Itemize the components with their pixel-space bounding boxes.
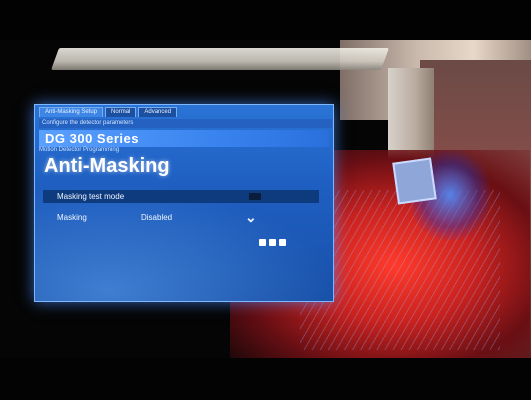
setting-row-masking-test[interactable]: Masking test mode: [43, 190, 319, 203]
setting-row-masking[interactable]: Masking Disabled: [43, 211, 319, 224]
letterbox-bottom: [0, 358, 531, 400]
tab-advanced[interactable]: Advanced: [138, 107, 178, 117]
letterbox-top: [0, 0, 531, 40]
setting-value: Disabled: [141, 213, 173, 222]
model-name: DG 300 Series: [45, 131, 139, 146]
anti-masking-panel: Anti-Masking Setup Normal Advanced Confi…: [34, 104, 334, 302]
page-title: Anti-Masking: [44, 155, 170, 177]
nav-icons: [259, 239, 286, 246]
tab-normal[interactable]: Normal: [105, 107, 137, 117]
nav-icon-1[interactable]: [259, 239, 266, 246]
ceiling-light: [50, 48, 390, 70]
chevron-down-icon[interactable]: ⌄: [245, 209, 257, 226]
tab-setup[interactable]: Anti-Masking Setup: [39, 107, 104, 117]
subtitle-bar: Configure the detector parameters: [39, 119, 332, 128]
detector-device: [392, 157, 437, 205]
panel-swirl: [35, 165, 333, 301]
nav-icon-3[interactable]: [279, 239, 286, 246]
nav-icon-2[interactable]: [269, 239, 276, 246]
model-subtitle: Motion Detector Programming: [39, 147, 120, 153]
setting-label: Masking test mode: [57, 192, 125, 201]
setting-label: Masking: [57, 213, 87, 222]
tab-bar: Anti-Masking Setup Normal Advanced: [35, 105, 333, 117]
row-marker: [249, 193, 261, 200]
scene: Anti-Masking Setup Normal Advanced Confi…: [0, 0, 531, 400]
model-bar: DG 300 Series: [39, 130, 329, 147]
